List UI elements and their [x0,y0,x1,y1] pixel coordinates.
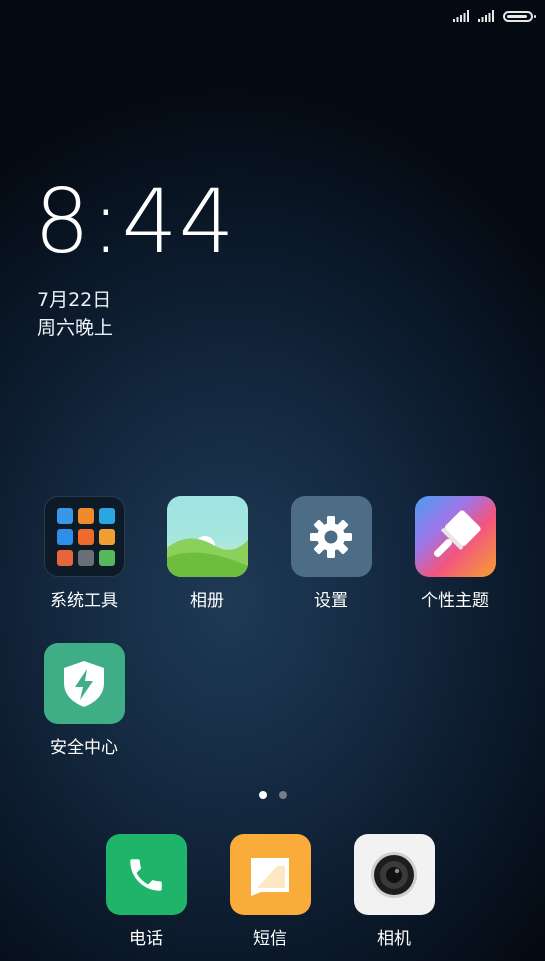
signal-icon [453,10,469,22]
page-dot-2[interactable] [278,791,287,799]
app-label: 个性主题 [421,591,489,611]
app-gallery[interactable]: 相册 [157,496,257,611]
signal-icon-2 [478,10,494,22]
clock-date: 7月22日 周六晚上 [37,286,113,342]
dock-messages[interactable]: 短信 [220,834,320,949]
gear-icon [290,496,372,577]
dock-camera[interactable]: 相机 [344,834,444,949]
page-indicator [0,791,545,799]
clock-time[interactable]: 8:44 [34,178,236,266]
gallery-icon [166,496,248,577]
app-label: 电话 [129,929,163,949]
shield-lightning-icon [43,643,125,724]
app-settings[interactable]: 设置 [281,496,381,611]
status-bar [453,6,536,26]
app-label: 设置 [314,591,348,611]
date-text: 7月22日 [37,289,112,311]
folder-mini-app-icon [77,550,94,566]
folder-mini-app-icon [77,529,94,545]
app-security[interactable]: 安全中心 [34,643,134,758]
theme-brush-icon [414,496,496,577]
folder-mini-app-icon [77,508,94,524]
app-label: 短信 [253,929,287,949]
app-themes[interactable]: 个性主题 [405,496,505,611]
dock-phone[interactable]: 电话 [96,834,196,949]
message-icon [229,834,311,915]
folder-mini-app-icon [98,508,115,524]
folder-mini-app-icon [98,529,115,545]
weekday-text: 周六晚上 [37,317,114,339]
folder-mini-app-icon [98,550,115,566]
camera-icon [353,834,435,915]
app-label: 相册 [190,591,224,611]
battery-icon [503,10,536,22]
app-label: 安全中心 [50,738,118,758]
app-label: 相机 [377,929,411,949]
folder-mini-app-icon [56,508,73,524]
phone-icon [105,834,187,915]
folder-mini-app-icon [56,550,73,566]
page-dot-1[interactable] [258,791,267,799]
folder-icon [43,496,125,577]
app-label: 系统工具 [50,591,118,611]
app-system-tools[interactable]: 系统工具 [34,496,134,611]
battery-level [507,14,527,18]
folder-mini-app-icon [56,529,73,545]
